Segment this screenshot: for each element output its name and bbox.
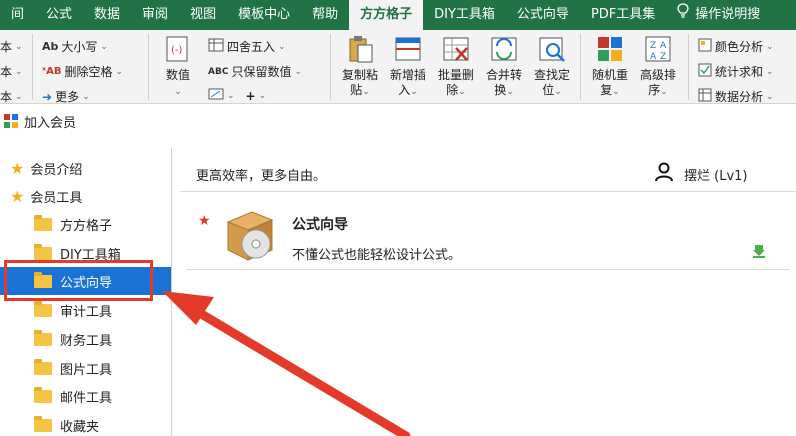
folder-icon [34,243,52,260]
convert-icon [489,34,519,64]
random-grid-icon [595,34,625,64]
color-analysis-button[interactable]: 颜色分析 ⌄ [698,38,774,55]
user-icon [654,162,674,186]
window-title-bar: 加入会员 [0,108,796,134]
tab-fangfanggezi[interactable]: 方方格子 [349,0,424,30]
keep-number-button[interactable]: ABC 只保留数值 ⌄ [208,63,302,80]
tab-formulas[interactable]: 公式 [35,0,83,30]
product-name: 公式向导 [292,217,348,233]
find-locate-button[interactable]: 查找定位⌄ [530,34,574,100]
software-box-icon [222,204,278,268]
copy-paste-button[interactable]: 复制粘贴⌄ [338,34,382,100]
ribbon-cut-item-2[interactable]: 本 ⌄ [0,63,23,80]
tab-view[interactable]: 视图 [179,0,227,30]
divider [180,191,796,192]
tab-pdf-tools[interactable]: PDF工具集 [580,0,666,30]
folder-icon [34,214,52,231]
folder-icon [34,386,52,403]
app-icon [4,114,18,128]
svg-text:A: A [650,52,657,62]
red-star-icon: ★ [198,213,211,229]
check-grid-icon [698,63,712,80]
batch-delete-button[interactable]: 批量删除⌄ [434,34,478,100]
download-icon[interactable] [752,244,766,258]
tree-item-mail-tools[interactable]: 邮件工具 [0,382,171,410]
more-button[interactable]: ➜ 更多 ⌄ [42,88,90,104]
ribbon-tab-bar: 间 公式 数据 审阅 视图 模板中心 帮助 方方格子 DIY工具箱 公式向导 P… [0,0,796,30]
ribbon-cut-item-3[interactable]: 本 ⌄ [0,88,23,103]
abc-icon: ABC [208,66,229,77]
product-card[interactable]: ★ 公式向导 不懂公式也能轻松设计公式。 [186,204,790,270]
folder-icon [34,358,52,375]
tab-review[interactable]: 审阅 [131,0,179,30]
search-tab-label: 操作说明搜 [695,7,761,22]
tab-template-center[interactable]: 模板中心 [227,0,301,30]
ribbon: 本 ⌄ 本 ⌄ 本 ⌄ Ab 大小写 ⌄ ˣAB 删除空格 ⌄ ➜ 更多 ⌄ (-) 数值 ⌄… [0,30,796,104]
tab-diy-toolbox[interactable]: DIY工具箱 [423,0,506,30]
svg-text:Z: Z [660,52,666,62]
random-repeat-button[interactable]: 随机重复⌄ [588,34,632,100]
add-insert-button[interactable]: 新增插入⌄ [386,34,430,100]
tab-search[interactable]: 操作说明搜 [666,0,771,30]
case-button[interactable]: Ab 大小写 ⌄ [42,38,108,55]
data-grid-icon [698,88,712,103]
insert-icon [393,34,423,64]
tree-item-finance-tools[interactable]: 财务工具 [0,325,171,353]
ribbon-cut-item-1[interactable]: 本 ⌄ [0,38,23,55]
color-grid-icon [698,38,712,55]
sort-az-icon: ZAAZ [643,34,673,64]
slogan-text: 更高效率，更多自由。 [196,169,327,184]
user-info[interactable]: 摆烂 (Lv1) [654,162,747,186]
window-title: 加入会员 [24,115,77,131]
folder-icon [34,415,52,432]
tab-page-layout[interactable]: 间 [0,0,35,30]
numeric-button[interactable]: (-) 数值 ⌄ [156,34,200,100]
product-description: 不懂公式也能轻松设计公式。 [292,248,462,263]
advanced-sort-button[interactable]: ZAAZ 高级排序⌄ [636,34,680,100]
lightbulb-icon [677,0,689,30]
merge-convert-button[interactable]: 合并转换⌄ [482,34,526,100]
folder-icon [34,329,52,346]
folder-icon [34,300,52,317]
data-analysis-button[interactable]: 数据分析 ⌄ [698,88,774,103]
numeric-icon: (-) [163,34,193,64]
delete-space-button[interactable]: ˣAB 删除空格 ⌄ [42,63,123,80]
tab-formula-wizard[interactable]: 公式向导 [506,0,580,30]
plus-button[interactable]: ⌄ + ⌄ [208,88,266,103]
tab-data[interactable]: 数据 [83,0,131,30]
svg-text:(-): (-) [171,45,183,56]
delete-grid-icon [441,34,471,64]
arrow-right-icon: ➜ [42,89,53,104]
star-icon: ★ [10,186,25,206]
highlight-box [4,260,153,301]
user-name: 摆烂 (Lv1) [684,168,748,184]
tree-item-image-tools[interactable]: 图片工具 [0,354,171,382]
detail-panel: 更高效率，更多自由。 摆烂 (Lv1) ★ 公式向导 不懂公式也能轻松设计公式。 [180,148,796,436]
svg-text:A: A [660,41,667,51]
case-icon: Ab [42,40,59,53]
tab-help[interactable]: 帮助 [301,0,349,30]
stats-sum-button[interactable]: 统计求和 ⌄ [698,63,774,80]
tree-item-member-intro[interactable]: ★ 会员介绍 [0,154,171,182]
star-icon: ★ [10,158,25,178]
tree-item-favorites[interactable]: 收藏夹 [0,411,171,436]
chart-icon [208,88,224,103]
delete-space-icon: ˣAB [42,66,62,77]
round-button[interactable]: 四舍五入 ⌄ [208,38,286,55]
svg-text:Z: Z [650,41,656,51]
clipboard-icon [345,34,375,64]
tree-item-member-tools[interactable]: ★ 会员工具 [0,182,171,210]
tree-item-fangfanggezi[interactable]: 方方格子 [0,210,171,238]
round-icon [208,38,224,55]
magnifier-icon [537,34,567,64]
